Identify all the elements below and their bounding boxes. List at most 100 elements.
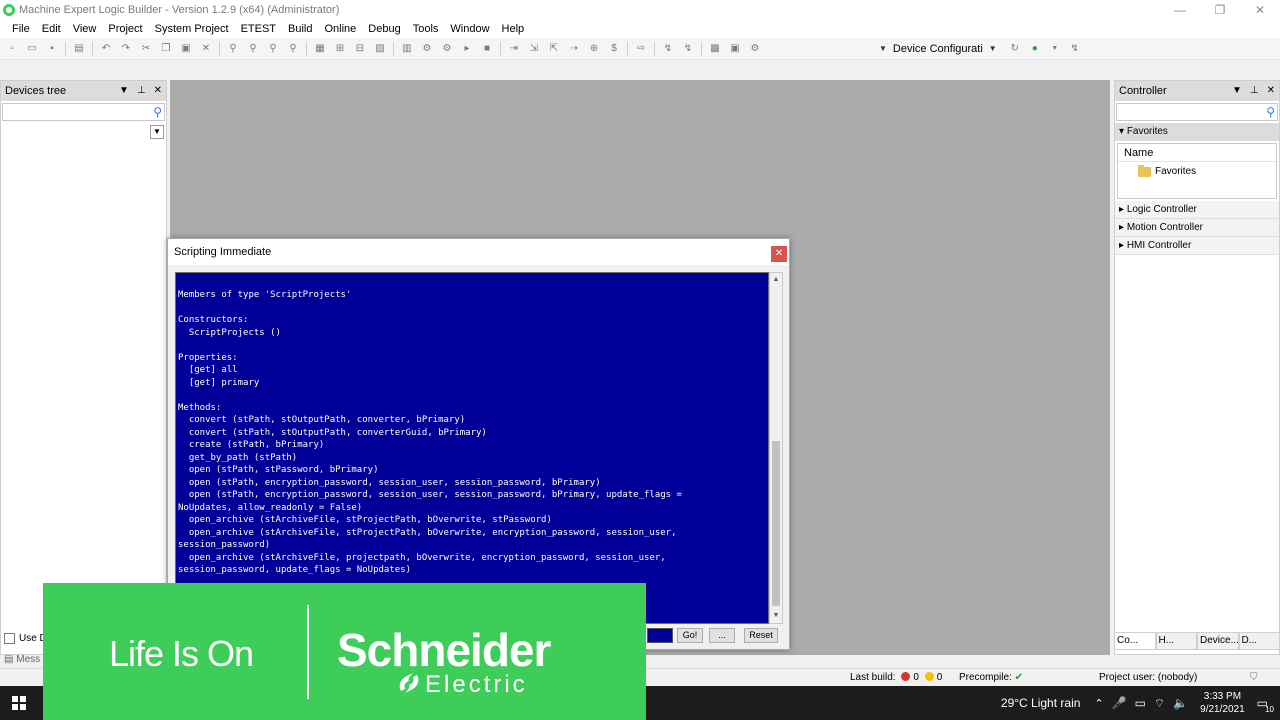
menu-system-project[interactable]: System Project bbox=[149, 20, 235, 38]
scroll-down-icon[interactable]: ▼ bbox=[770, 610, 782, 622]
messages-tab[interactable]: ▤ Mess bbox=[4, 654, 40, 665]
logout-icon[interactable]: ⚙ bbox=[439, 42, 455, 56]
step-over-icon[interactable]: ⇥ bbox=[506, 42, 522, 56]
menu-help[interactable]: Help bbox=[496, 20, 531, 38]
error-count: 0 bbox=[913, 672, 919, 683]
minimize-button[interactable]: — bbox=[1160, 0, 1200, 20]
redo-icon[interactable]: ↷ bbox=[118, 42, 134, 56]
script-output-console[interactable]: Members of type 'ScriptProjects' Constru… bbox=[175, 272, 769, 624]
step-out-icon[interactable]: ⇱ bbox=[546, 42, 562, 56]
delete-icon[interactable]: ✕ bbox=[198, 42, 214, 56]
force-values-icon[interactable]: ⇨ bbox=[633, 42, 649, 56]
device-settings-icon[interactable]: ⚙ bbox=[747, 42, 763, 56]
library-icon[interactable]: ▩ bbox=[707, 42, 723, 56]
windows-start-icon[interactable] bbox=[12, 696, 26, 710]
name-column-header[interactable]: Name bbox=[1118, 144, 1276, 162]
menu-file[interactable]: File bbox=[6, 20, 36, 38]
controller-search-input[interactable]: ⚲ bbox=[1116, 103, 1278, 121]
notifications-icon[interactable]: ▭ 10 bbox=[1257, 696, 1274, 714]
pin-icon[interactable]: ⊥ bbox=[1250, 81, 1259, 101]
new-file-icon[interactable]: ▫ bbox=[4, 42, 20, 56]
chevron-down-icon[interactable]: ▼ bbox=[119, 81, 129, 101]
print-icon[interactable]: ▤ bbox=[71, 42, 87, 56]
motion-controller-section[interactable]: ▸ Motion Controller bbox=[1115, 219, 1279, 237]
chevron-down-icon[interactable]: ▼ bbox=[1232, 81, 1242, 101]
refresh-icon[interactable]: ↻ bbox=[1007, 42, 1023, 56]
properties-icon[interactable]: ▧ bbox=[372, 42, 388, 56]
scroll-up-icon[interactable]: ▲ bbox=[770, 274, 782, 286]
clock[interactable]: 3:33 PM 9/21/2021 bbox=[1200, 690, 1245, 716]
add-folder-icon[interactable]: ⊟ bbox=[352, 42, 368, 56]
maximize-button[interactable]: ❐ bbox=[1200, 0, 1240, 20]
save-icon[interactable]: ▪ bbox=[44, 42, 60, 56]
find-icon[interactable]: ⚲ bbox=[225, 42, 241, 56]
search-icon[interactable]: ⚲ bbox=[1266, 104, 1275, 120]
dialog-close-button[interactable]: ✕ bbox=[771, 246, 787, 262]
tab-devices[interactable]: Device... bbox=[1197, 632, 1239, 650]
console-scrollbar[interactable]: ▲ ▼ bbox=[769, 272, 783, 624]
reset-button[interactable]: Reset bbox=[744, 628, 778, 643]
tab-controller[interactable]: Co... bbox=[1114, 632, 1156, 650]
menu-tools[interactable]: Tools bbox=[407, 20, 445, 38]
monitor-icon[interactable]: ▣ bbox=[727, 42, 743, 56]
login-icon[interactable]: ⚙ bbox=[419, 42, 435, 56]
use-checkbox[interactable] bbox=[4, 633, 15, 644]
chevron-up-icon[interactable]: ⌃ bbox=[1094, 697, 1103, 710]
microphone-icon[interactable]: 🎤 bbox=[1112, 696, 1127, 710]
volume-icon[interactable]: 🔈 bbox=[1173, 696, 1188, 710]
unforce-icon[interactable]: ↯ bbox=[680, 42, 696, 56]
write-values-icon[interactable]: ↯ bbox=[660, 42, 676, 56]
battery-icon[interactable]: ▭ bbox=[1135, 696, 1146, 710]
run-to-cursor-icon[interactable]: ⇢ bbox=[566, 42, 582, 56]
undo-icon[interactable]: ↶ bbox=[98, 42, 114, 56]
login-user-icon[interactable]: ↯ bbox=[1067, 42, 1083, 56]
devices-filter-dropdown[interactable]: ▼ bbox=[150, 125, 164, 139]
logic-controller-section[interactable]: ▸ Logic Controller bbox=[1115, 201, 1279, 219]
find-next-icon[interactable]: ⚲ bbox=[245, 42, 261, 56]
toggle-breakpoint-icon[interactable]: ⊕ bbox=[586, 42, 602, 56]
script-command-input[interactable] bbox=[647, 628, 673, 643]
devices-search-input[interactable]: ⚲ bbox=[2, 103, 165, 121]
start-icon[interactable]: ▸ bbox=[459, 42, 475, 56]
paste-icon[interactable]: ▣ bbox=[178, 42, 194, 56]
menu-project[interactable]: Project bbox=[102, 20, 148, 38]
favorites-section[interactable]: ▾ Favorites bbox=[1115, 123, 1279, 141]
tab-hardware[interactable]: H... bbox=[1155, 632, 1197, 650]
breakpoints-icon[interactable]: $ bbox=[606, 42, 622, 56]
menu-online[interactable]: Online bbox=[319, 20, 363, 38]
select-all-icon[interactable]: ▦ bbox=[312, 42, 328, 56]
dialog-title-bar[interactable]: Scripting Immediate ✕ bbox=[168, 239, 789, 265]
menu-view[interactable]: View bbox=[67, 20, 103, 38]
search-icon[interactable]: ⚲ bbox=[153, 104, 162, 120]
weather-widget[interactable]: 29°C Light rain bbox=[1001, 696, 1081, 710]
menu-etest[interactable]: ETEST bbox=[235, 20, 282, 38]
add-object-icon[interactable]: ⊞ bbox=[332, 42, 348, 56]
wifi-icon[interactable]: ⌔ bbox=[1154, 696, 1165, 711]
pin-icon[interactable]: ⊥ bbox=[137, 81, 146, 101]
find-previous-icon[interactable]: ⚲ bbox=[265, 42, 281, 56]
stop-icon[interactable]: ■ bbox=[479, 42, 495, 56]
go-button[interactable]: Go! bbox=[677, 628, 703, 643]
build-icon[interactable]: ▥ bbox=[399, 42, 415, 56]
online-user-icon[interactable]: ● bbox=[1027, 42, 1043, 56]
chevron-down-icon[interactable]: ▼ bbox=[1047, 42, 1063, 56]
copy-icon[interactable]: ❐ bbox=[158, 42, 174, 56]
scrollbar-thumb[interactable] bbox=[772, 441, 780, 606]
menu-window[interactable]: Window bbox=[444, 20, 495, 38]
menu-build[interactable]: Build bbox=[282, 20, 318, 38]
device-configuration-combo[interactable]: Device Configurati ▼ bbox=[893, 43, 997, 55]
favorites-folder[interactable]: Favorites bbox=[1138, 164, 1196, 177]
browse-button[interactable]: ... bbox=[709, 628, 735, 643]
toolbar-dropdown[interactable]: ▼ bbox=[873, 44, 887, 53]
close-icon[interactable]: ✕ bbox=[154, 81, 162, 101]
cut-icon[interactable]: ✂ bbox=[138, 42, 154, 56]
tab-d[interactable]: D... bbox=[1238, 632, 1280, 650]
close-window-button[interactable]: ✕ bbox=[1240, 0, 1280, 20]
replace-icon[interactable]: ⚲ bbox=[285, 42, 301, 56]
step-into-icon[interactable]: ⇲ bbox=[526, 42, 542, 56]
close-icon[interactable]: ✕ bbox=[1267, 81, 1275, 101]
hmi-controller-section[interactable]: ▸ HMI Controller bbox=[1115, 237, 1279, 255]
open-folder-icon[interactable]: ▭ bbox=[24, 42, 40, 56]
menu-edit[interactable]: Edit bbox=[36, 20, 67, 38]
menu-debug[interactable]: Debug bbox=[362, 20, 406, 38]
